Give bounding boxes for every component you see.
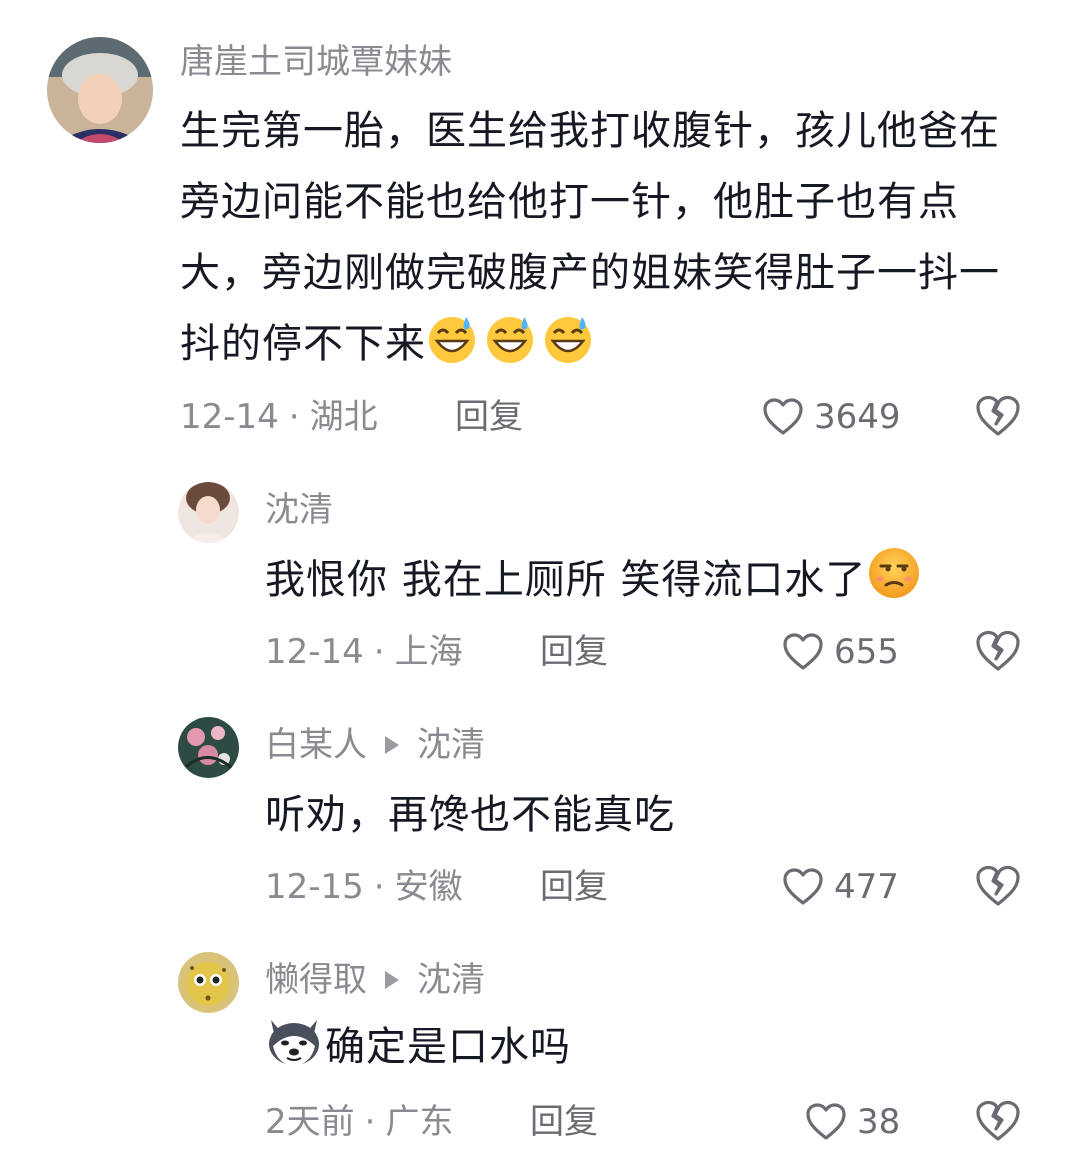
avatar[interactable] — [178, 482, 239, 543]
like-count: 477 — [834, 867, 899, 907]
like-button[interactable]: 3649 — [762, 395, 901, 439]
reply-item: 白某人 沈清 听劝，再馋也不能真吃 12-15 · 安徽 回复 477 — [0, 705, 1078, 925]
reply-item: 沈清 我恨你 我在上厕所 笑得流口水了 12-14 · 上海 回复 655 — [0, 470, 1078, 690]
comment-location: 安徽 — [394, 867, 463, 907]
reply-target[interactable]: 沈清 — [417, 960, 485, 1000]
comment-location: 广东 — [385, 1102, 454, 1142]
comment-location: 上海 — [394, 632, 463, 672]
heart-icon — [783, 633, 823, 670]
grinning-sweat-emoji — [542, 313, 594, 365]
comment-author-line: 白某人 沈清 — [265, 725, 485, 765]
like-count: 3649 — [814, 397, 901, 437]
comment-location: 湖北 — [309, 397, 378, 437]
heart-icon — [763, 398, 803, 435]
dislike-button[interactable] — [975, 864, 1021, 908]
husky-emoji — [265, 1012, 323, 1070]
comment-item: 唐崖土司城覃妹妹 生完第一胎，医生给我打收腹针，孩儿他爸在旁边问能不能也给他打一… — [0, 0, 1078, 460]
like-button[interactable]: 477 — [782, 865, 899, 909]
grinning-sweat-emoji — [426, 313, 478, 365]
heart-icon — [806, 1103, 846, 1140]
broken-heart-icon — [976, 395, 1020, 436]
comment-date: 12-14 — [265, 632, 364, 672]
heart-icon — [783, 868, 823, 905]
meta-separator: · — [364, 1102, 376, 1142]
broken-heart-icon — [976, 630, 1020, 671]
comment-text: 确定是口水吗 — [265, 1012, 1045, 1083]
comment-author[interactable]: 唐崖土司城覃妹妹 — [180, 42, 452, 82]
comment-author[interactable]: 沈清 — [265, 490, 333, 530]
unamused-emoji — [866, 545, 922, 601]
like-count: 38 — [857, 1102, 901, 1142]
comment-date: 2天前 — [265, 1102, 355, 1142]
reply-arrow-icon — [385, 970, 399, 989]
avatar[interactable] — [47, 37, 153, 143]
reply-button[interactable]: 回复 — [540, 632, 608, 672]
reply-arrow-icon — [385, 735, 399, 754]
comment-meta: 2天前 · 广东 — [265, 1102, 453, 1142]
reply-button[interactable]: 回复 — [540, 867, 608, 907]
broken-heart-icon — [976, 865, 1020, 906]
comment-meta: 12-14 · 湖北 — [180, 397, 378, 437]
comment-author[interactable]: 白某人 — [265, 725, 367, 765]
avatar[interactable] — [178, 952, 239, 1013]
avatar[interactable] — [178, 717, 239, 778]
comment-date: 12-14 — [180, 397, 279, 437]
broken-heart-icon — [976, 1100, 1020, 1141]
comment-meta: 12-14 · 上海 — [265, 632, 463, 672]
comment-text-body: 确定是口水吗 — [325, 1024, 571, 1070]
reply-item: 懒得取 沈清 确定是口水吗 2天前 · 广东 回复 38 — [0, 940, 1078, 1170]
comment-text: 我恨你 我在上厕所 笑得流口水了 — [265, 545, 1045, 616]
comment-text: 听劝，再馋也不能真吃 — [265, 792, 675, 838]
dislike-button[interactable] — [975, 394, 1021, 438]
comment-author[interactable]: 懒得取 — [265, 960, 367, 1000]
comment-text: 生完第一胎，医生给我打收腹针，孩儿他爸在旁边问能不能也给他打一针，他肚子也有点大… — [180, 96, 1040, 380]
comment-meta: 12-15 · 安徽 — [265, 867, 463, 907]
dislike-button[interactable] — [975, 1099, 1021, 1143]
comment-author-line: 懒得取 沈清 — [265, 960, 485, 1000]
reply-target[interactable]: 沈清 — [417, 725, 485, 765]
meta-separator: · — [288, 397, 300, 437]
like-button[interactable]: 38 — [805, 1100, 900, 1144]
dislike-button[interactable] — [975, 629, 1021, 673]
reply-button[interactable]: 回复 — [530, 1102, 598, 1142]
reply-button[interactable]: 回复 — [455, 397, 523, 437]
meta-separator: · — [373, 632, 385, 672]
like-button[interactable]: 655 — [782, 630, 899, 674]
grinning-sweat-emoji — [484, 313, 536, 365]
meta-separator: · — [373, 867, 385, 907]
comment-text-body: 我恨你 我在上厕所 笑得流口水了 — [265, 557, 867, 603]
like-count: 655 — [834, 632, 899, 672]
comment-date: 12-15 — [265, 867, 364, 907]
